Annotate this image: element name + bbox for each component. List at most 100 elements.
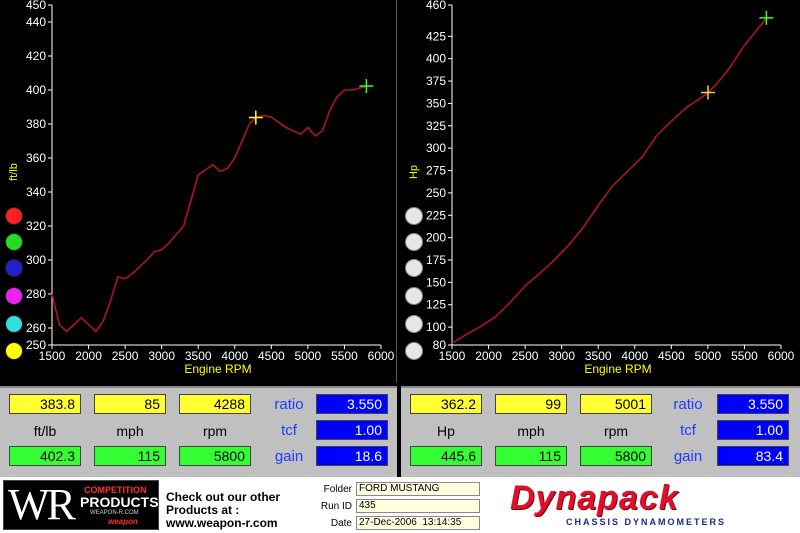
- torque-readouts: 383.8 85 4288 ratio 3.550 ft/lb mph rpm …: [0, 386, 397, 478]
- torque-unit-label: ft/lb: [33, 423, 57, 439]
- dynapack-name: Dynapack: [510, 479, 679, 517]
- y-tick-label: 175: [426, 253, 446, 267]
- x-tick-label: 2500: [112, 349, 139, 363]
- y-tick-label: 380: [26, 117, 46, 131]
- legend-swatch-cyan[interactable]: [5, 315, 23, 333]
- x-tick-label: 6000: [368, 349, 395, 363]
- y-tick-label: 280: [26, 287, 46, 301]
- ratio-value: 3.550: [717, 394, 789, 414]
- promo-url[interactable]: www.weapon-r.com: [166, 516, 278, 530]
- y-tick-label: 300: [26, 253, 46, 267]
- horsepower-readouts: 362.2 99 5001 ratio 3.550 Hp mph rpm tcf…: [401, 386, 800, 478]
- x-tick-label: 3000: [548, 349, 575, 363]
- y-tick-label: 400: [426, 52, 446, 66]
- max-mph-value: 115: [495, 446, 567, 466]
- torque-chart-panel: 250 260 280 300 320 340 360 380 400 420 440 450 1500…: [0, 0, 397, 383]
- gain-label: gain: [274, 448, 304, 465]
- max-rpm-value: 5800: [179, 446, 251, 466]
- y-tick-label: 460: [426, 0, 446, 12]
- y-tick-label: 320: [26, 219, 46, 233]
- x-tick-label: 5000: [295, 349, 322, 363]
- y-tick-label: 450: [26, 0, 46, 12]
- logo-brand: weapon: [108, 517, 138, 526]
- cursor-torque-value: 383.8: [9, 394, 81, 414]
- horsepower-chart: 8010012515017520022525027530032535037540…: [408, 0, 795, 376]
- legend-swatch-blue[interactable]: [5, 259, 23, 277]
- promo-line2: Products at :: [166, 503, 240, 517]
- x-tick-label: 3500: [585, 349, 612, 363]
- legend-swatch-5[interactable]: [405, 315, 423, 333]
- dynapack-tagline: CHASSIS DYNAMOMETERS: [566, 517, 727, 527]
- rpm-label: rpm: [603, 423, 629, 439]
- runid-field: 435: [356, 499, 480, 513]
- y-tick-label: 225: [426, 208, 446, 222]
- data-series-line: [51, 85, 367, 333]
- cursor-rpm-value: 5001: [580, 394, 652, 414]
- x-axis-label: Engine RPM: [184, 362, 251, 376]
- y-tick-label: 350: [426, 96, 446, 110]
- y-tick-label: 250: [426, 186, 446, 200]
- legend-swatch-red[interactable]: [5, 207, 23, 225]
- dynapack-logo[interactable]: Dynapack CHASSIS DYNAMOMETERS: [500, 479, 796, 529]
- y-tick-label: 340: [26, 185, 46, 199]
- x-tick-label: 2000: [75, 349, 102, 363]
- mph-label: mph: [517, 423, 545, 439]
- y-tick-label: 150: [426, 275, 446, 289]
- logo-line2: PRODUCTS: [80, 494, 159, 510]
- x-tick-label: 1500: [39, 349, 66, 363]
- y-tick-label: 440: [26, 15, 46, 29]
- y-tick-label: 200: [426, 231, 446, 245]
- logo-wr-text: WR: [8, 480, 76, 529]
- logo-url: WEAPON-R.COM: [90, 510, 139, 516]
- x-tick-label: 5000: [695, 349, 722, 363]
- x-tick-label: 3500: [185, 349, 212, 363]
- y-tick-label: 100: [426, 320, 446, 334]
- hp-unit-label: Hp: [437, 423, 455, 439]
- date-field: 27-Dec-2006 13:14:35: [356, 516, 480, 530]
- y-axis-label: ft/lb: [8, 163, 20, 181]
- y-tick-label: 260: [26, 321, 46, 335]
- tcf-value: 1.00: [717, 420, 789, 440]
- legend-swatch-1[interactable]: [405, 207, 423, 225]
- gain-label: gain: [673, 448, 703, 465]
- x-tick-label: 3000: [148, 349, 175, 363]
- cursor-hp-value: 362.2: [410, 394, 482, 414]
- gain-value: 18.6: [316, 446, 388, 466]
- folder-label: Folder: [323, 484, 352, 495]
- tcf-value: 1.00: [316, 420, 388, 440]
- x-tick-label: 5500: [731, 349, 758, 363]
- horsepower-chart-panel: 80 100 125 150 175 200 225 250 275 300 325 350 375 40…: [400, 0, 800, 383]
- rpm-label: rpm: [202, 423, 228, 439]
- max-torque-value: 402.3: [9, 446, 81, 466]
- promo-line1: Check out our other: [166, 490, 281, 504]
- legend-swatch-4[interactable]: [405, 287, 423, 305]
- legend-swatch-magenta[interactable]: [5, 287, 23, 305]
- y-axis-label: Hp: [408, 165, 420, 179]
- y-tick-label: 375: [426, 74, 446, 88]
- x-tick-label: 4500: [658, 349, 685, 363]
- legend-swatch-3[interactable]: [405, 259, 423, 277]
- footer-banner: WR COMPETITION PRODUCTS WEAPON-R.COM wea…: [0, 477, 800, 533]
- legend-swatch-yellow[interactable]: [5, 342, 23, 360]
- x-tick-label: 1500: [439, 349, 466, 363]
- cursor-mph-value: 99: [495, 394, 567, 414]
- date-label: Date: [330, 518, 352, 529]
- legend-swatch-6[interactable]: [405, 342, 423, 360]
- y-tick-label: 325: [426, 119, 446, 133]
- x-tick-label: 2000: [475, 349, 502, 363]
- torque-chart: 2502602803003203403603804004204404501500…: [8, 0, 395, 376]
- y-tick-label: 275: [426, 164, 446, 178]
- ratio-value: 3.550: [316, 394, 388, 414]
- max-mph-value: 115: [94, 446, 166, 466]
- legend-swatch-2[interactable]: [405, 233, 423, 251]
- ratio-label: ratio: [673, 396, 703, 413]
- x-axis-label: Engine RPM: [584, 362, 651, 376]
- x-tick-label: 4000: [221, 349, 248, 363]
- y-tick-label: 360: [26, 151, 46, 165]
- weapon-r-logo[interactable]: WR COMPETITION PRODUCTS WEAPON-R.COM wea…: [3, 480, 159, 530]
- legend-swatch-green[interactable]: [5, 233, 23, 251]
- max-rpm-value: 5800: [580, 446, 652, 466]
- runid-label: Run ID: [320, 501, 352, 512]
- x-tick-label: 4000: [621, 349, 648, 363]
- y-tick-label: 125: [426, 298, 446, 312]
